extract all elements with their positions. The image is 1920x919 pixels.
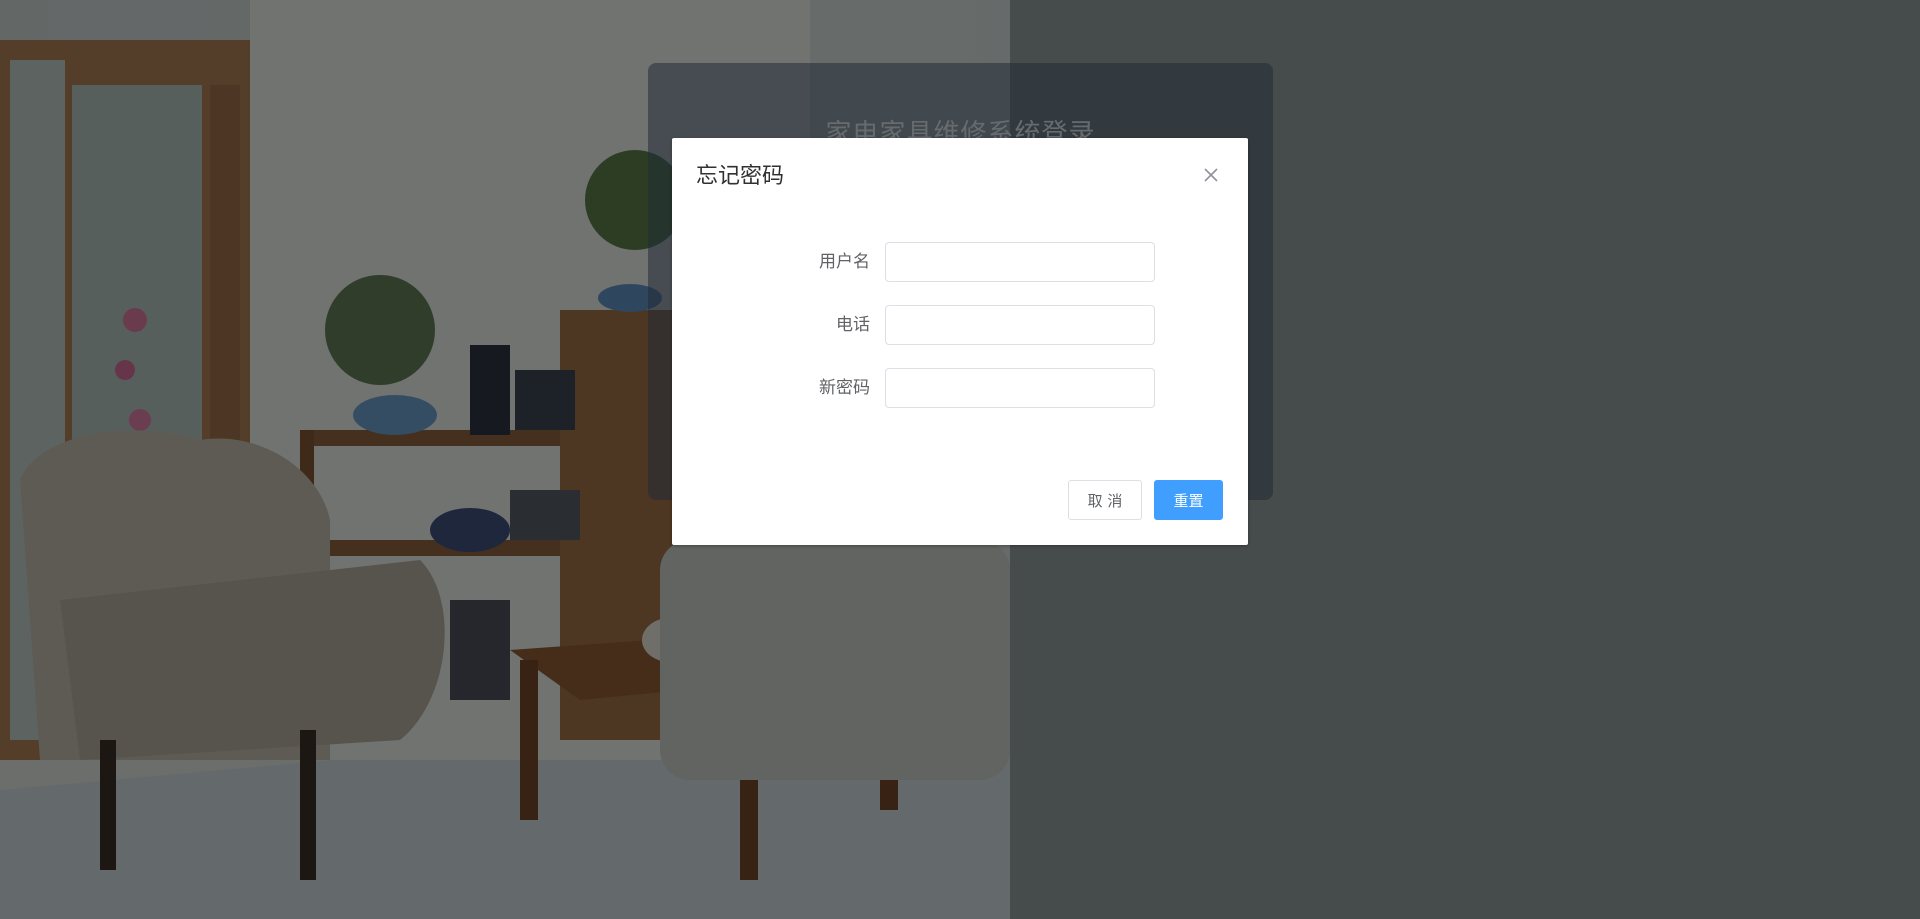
forgot-password-form: 用户名 电话 新密码 bbox=[672, 242, 1248, 431]
cancel-button[interactable]: 取 消 bbox=[1068, 480, 1142, 520]
form-row-username: 用户名 bbox=[672, 242, 1248, 282]
form-row-new-password: 新密码 bbox=[672, 368, 1248, 408]
dialog-footer: 取 消 重置 bbox=[1068, 480, 1223, 520]
username-label: 用户名 bbox=[819, 252, 870, 272]
username-input[interactable] bbox=[885, 242, 1155, 282]
reset-button[interactable]: 重置 bbox=[1154, 480, 1223, 520]
phone-input[interactable] bbox=[885, 305, 1155, 345]
new-password-label: 新密码 bbox=[819, 378, 870, 398]
dialog-title: 忘记密码 bbox=[696, 164, 785, 189]
page: 家电家具维修系统登录 忘记密码 用户名 电话 新密码 bbox=[0, 0, 1920, 919]
dialog-header: 忘记密码 bbox=[696, 162, 1224, 192]
phone-label: 电话 bbox=[836, 315, 870, 335]
forgot-password-dialog: 忘记密码 用户名 电话 新密码 取 消 重置 bbox=[672, 138, 1248, 545]
close-icon[interactable] bbox=[1202, 166, 1220, 184]
new-password-input[interactable] bbox=[885, 368, 1155, 408]
form-row-phone: 电话 bbox=[672, 305, 1248, 345]
